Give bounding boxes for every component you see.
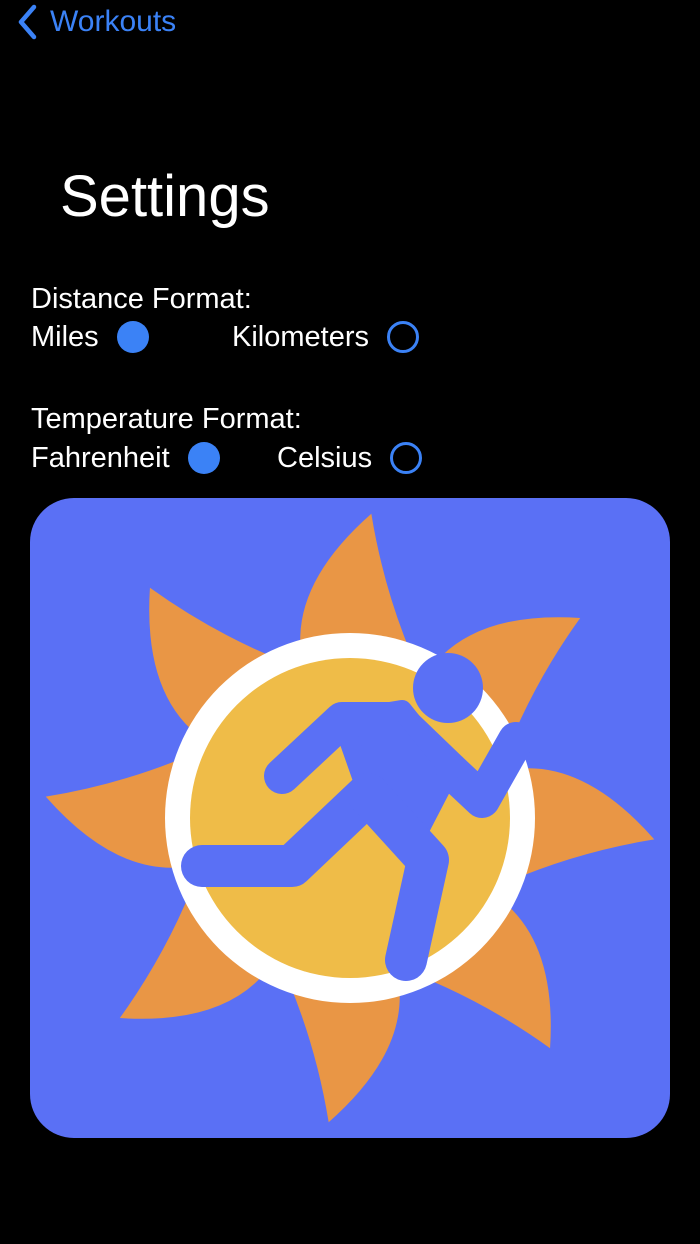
sun-runner-logo-icon [45, 513, 655, 1123]
settings-screen: Workouts Settings Distance Format: Miles… [0, 0, 700, 1244]
distance-option-miles[interactable]: Miles [31, 317, 149, 357]
distance-format-label: Distance Format: [31, 283, 252, 315]
radio-selected-icon[interactable] [116, 321, 149, 353]
temperature-option-fahrenheit-label: Fahrenheit [31, 442, 170, 474]
app-logo [30, 498, 670, 1138]
temperature-option-celsius-label: Celsius [277, 442, 373, 474]
page-title: Settings [60, 164, 270, 229]
back-button[interactable]: Workouts [14, 2, 176, 42]
distance-option-kilometers-label: Kilometers [232, 321, 369, 353]
temperature-format-label: Temperature Format: [31, 403, 302, 435]
radio-unselected-icon[interactable] [390, 442, 423, 474]
temperature-option-fahrenheit[interactable]: Fahrenheit [31, 438, 220, 478]
radio-unselected-icon[interactable] [387, 321, 419, 353]
back-button-label: Workouts [50, 5, 177, 38]
distance-option-kilometers[interactable]: Kilometers [232, 317, 419, 357]
temperature-option-celsius[interactable]: Celsius [277, 438, 423, 478]
chevron-left-icon [18, 4, 37, 40]
distance-option-miles-label: Miles [31, 321, 99, 353]
radio-selected-icon[interactable] [187, 442, 220, 474]
